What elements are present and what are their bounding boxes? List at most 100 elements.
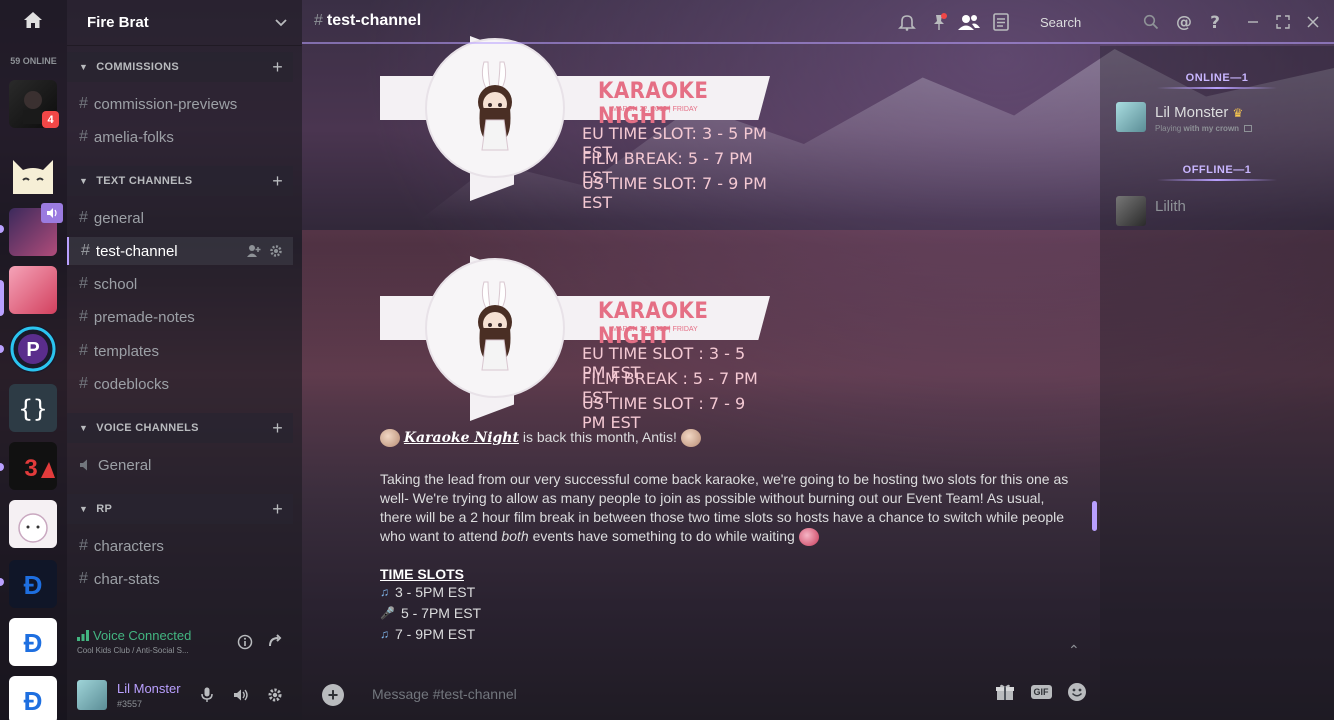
minimize-icon[interactable] xyxy=(1242,11,1264,33)
server-icon-bunny[interactable] xyxy=(9,500,57,548)
close-icon[interactable] xyxy=(1302,11,1324,33)
member-item[interactable]: Lil Monster ♛ Playing with my crown xyxy=(1116,98,1326,138)
karaoke-banner-image[interactable]: KARAOKE NIGHT MARCH 22, 2019 | FRIDAY EU… xyxy=(380,36,772,212)
channel-amelia-folks[interactable]: # amelia-folks xyxy=(67,123,293,151)
server-icon-red[interactable]: 3 xyxy=(9,442,57,490)
channel-school[interactable]: # school xyxy=(67,270,293,298)
server-icon-dj-2[interactable]: Đ xyxy=(9,618,57,666)
settings-gear-icon[interactable] xyxy=(265,685,285,705)
help-icon[interactable]: ? xyxy=(1204,11,1226,33)
hash-icon: # xyxy=(79,95,88,112)
voice-channel-general[interactable]: General xyxy=(67,451,293,479)
channel-label: amelia-folks xyxy=(93,128,174,146)
crown-icon: ♛ xyxy=(1232,106,1244,120)
channel-characters[interactable]: # characters xyxy=(67,532,293,560)
channel-commission-previews[interactable]: # commission-previews xyxy=(67,90,293,118)
notes-icon[interactable] xyxy=(990,11,1012,33)
user-name: Lil Monster xyxy=(117,681,181,696)
category-commissions[interactable]: ▼ COMMISSIONS + xyxy=(67,52,293,82)
invite-icon[interactable] xyxy=(247,244,261,258)
category-label: COMMISSIONS xyxy=(96,61,179,73)
channel-char-stats[interactable]: # char-stats xyxy=(67,565,293,593)
server-icon-codeblocks[interactable]: {} xyxy=(9,384,57,432)
chevron-up-icon[interactable]: ⌃ xyxy=(1068,642,1080,659)
channel-premade-notes[interactable]: # premade-notes xyxy=(67,303,293,331)
channel-label: characters xyxy=(93,537,164,555)
add-channel-icon[interactable]: + xyxy=(272,499,283,520)
svg-text:Đ: Đ xyxy=(24,570,43,600)
channel-templates[interactable]: # templates xyxy=(67,337,293,365)
server-icon-dj-3[interactable]: Đ xyxy=(9,676,57,720)
banner-title: KARAOKE NIGHT xyxy=(598,299,709,349)
time-slot-item: ♫ 7 - 9PM EST xyxy=(380,626,475,642)
channel-sidebar: Fire Brat ▼ COMMISSIONS + # commission-pr… xyxy=(67,0,302,720)
add-channel-icon[interactable]: + xyxy=(272,171,283,192)
category-voice-channels[interactable]: ▼ VOICE CHANNELS + xyxy=(67,413,293,443)
gif-button[interactable]: GIF xyxy=(1028,679,1054,705)
server-name: Fire Brat xyxy=(87,14,149,31)
pin-icon[interactable] xyxy=(928,11,950,33)
channel-label: General xyxy=(98,456,152,474)
channel-label: school xyxy=(93,275,138,293)
category-text-channels[interactable]: ▼ TEXT CHANNELS + xyxy=(67,166,293,196)
channel-label: general xyxy=(93,209,144,227)
mention-icon[interactable]: @ xyxy=(1173,11,1195,33)
time-slots-heading: TIME SLOTS xyxy=(380,566,464,582)
member-list: ONLINE—1 Lil Monster ♛ Playing with my c… xyxy=(1100,46,1334,720)
server-icon-cat[interactable] xyxy=(9,150,57,198)
channel-test-channel[interactable]: # test-channel xyxy=(67,237,293,265)
channel-label: codeblocks xyxy=(93,375,169,393)
bell-icon[interactable] xyxy=(896,11,918,33)
channel-label: commission-previews xyxy=(93,95,238,113)
chat-messages: KARAOKE NIGHT MARCH 22, 2019 | FRIDAY EU… xyxy=(302,36,1100,659)
add-channel-icon[interactable]: + xyxy=(272,57,283,78)
hash-icon: # xyxy=(79,275,88,292)
avatar[interactable] xyxy=(77,680,107,710)
member-activity: Playing with my crown xyxy=(1155,124,1253,133)
channel-codeblocks[interactable]: # codeblocks xyxy=(67,370,293,398)
svg-text:P: P xyxy=(26,339,39,361)
upload-plus-button[interactable]: + xyxy=(322,684,344,706)
server-icon-p[interactable]: P xyxy=(9,325,57,373)
category-rp[interactable]: ▼ RP + xyxy=(67,494,293,524)
waiting-emoji-icon xyxy=(798,528,819,547)
microphone-icon[interactable] xyxy=(197,685,217,705)
offline-header-label: OFFLINE—1 xyxy=(1182,164,1252,176)
info-icon[interactable] xyxy=(235,632,255,652)
bunny-emoji-icon xyxy=(380,429,400,448)
svg-text:3: 3 xyxy=(24,455,37,482)
server-unread-pill xyxy=(0,578,4,586)
server-name-header[interactable]: Fire Brat xyxy=(67,0,302,46)
scrollbar-thumb[interactable] xyxy=(1092,501,1097,531)
time-slot-item: ♫ 3 - 5PM EST xyxy=(380,584,475,600)
maximize-icon[interactable] xyxy=(1272,11,1294,33)
search-icon[interactable] xyxy=(1140,11,1162,33)
bunny-girl-illustration xyxy=(425,258,565,398)
member-item[interactable]: Lilith xyxy=(1116,192,1326,232)
add-channel-icon[interactable]: + xyxy=(272,418,283,439)
time-slot-label: 5 - 7PM EST xyxy=(400,605,482,621)
message-input[interactable]: Message #test-channel xyxy=(372,686,972,702)
disconnect-icon[interactable] xyxy=(265,632,285,652)
svg-text:{}: {} xyxy=(19,395,48,423)
gift-icon[interactable] xyxy=(992,679,1018,705)
time-slot-label: 3 - 5PM EST xyxy=(395,584,476,600)
hash-icon: # xyxy=(79,342,88,359)
home-icon[interactable] xyxy=(18,6,48,34)
member-list-icon[interactable] xyxy=(958,11,980,33)
headline-text: is back this month, Antis! xyxy=(522,429,677,445)
server-icon-pink[interactable] xyxy=(9,266,57,314)
channel-header: # test-channel Search @ ? xyxy=(302,0,1334,44)
hash-icon: # xyxy=(79,308,88,325)
activity-game: with my crown xyxy=(1183,124,1240,133)
server-icon-dj-1[interactable]: Đ xyxy=(9,560,57,608)
online-count: 59 ONLINE xyxy=(10,56,57,66)
gear-icon[interactable] xyxy=(269,244,283,258)
channel-label: char-stats xyxy=(93,570,160,588)
hash-icon: # xyxy=(314,12,323,29)
headphones-icon[interactable] xyxy=(231,685,251,705)
emoji-icon[interactable] xyxy=(1064,679,1090,705)
header-underline xyxy=(1157,87,1277,89)
karaoke-banner-image[interactable]: KARAOKE NIGHT MARCH 22, 2019 | FRIDAY EU… xyxy=(380,256,772,432)
channel-general[interactable]: # general xyxy=(67,204,293,232)
